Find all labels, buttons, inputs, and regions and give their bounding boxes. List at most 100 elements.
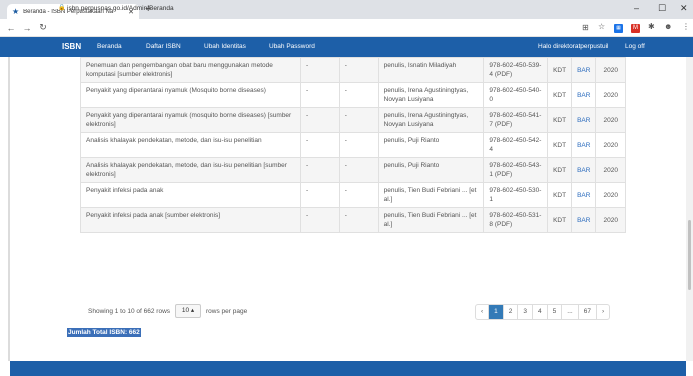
cell-author: penulis, Irena Agustiningtyas, Novyan Lu…	[377, 82, 485, 108]
page-link-67[interactable]: 67	[577, 305, 596, 319]
forward-icon[interactable]: →	[22, 23, 32, 33]
cell-author: penulis, Tien Budi Febriani ... [et al.]	[377, 207, 485, 233]
nav-ubah-password[interactable]: Ubah Password	[269, 43, 315, 50]
reload-icon[interactable]: ↻	[38, 22, 48, 33]
table-row: Penyakit infeksi pada anak - - penulis, …	[80, 182, 626, 208]
page-ellipsis[interactable]: ...	[561, 305, 577, 319]
cell-col2: -	[299, 157, 340, 183]
extension-mail-icon[interactable]: M	[631, 24, 640, 33]
browser-menu-icon[interactable]: ⋮	[682, 22, 690, 31]
cell-col3: -	[338, 132, 379, 158]
extension-calendar-icon[interactable]: ▦	[614, 24, 623, 33]
cell-col3: -	[338, 182, 379, 208]
cell-year: 2020	[595, 57, 626, 83]
cell-title: Penemuan dan pengembangan obat baru meng…	[80, 57, 301, 83]
caret-up-icon: ▴	[190, 307, 195, 314]
cell-year: 2020	[595, 107, 626, 133]
cell-author: penulis, Puji Rianto	[377, 157, 485, 183]
table-row: Penyakit yang diperantarai nyamuk (Mosqu…	[80, 82, 626, 108]
table-row: Penyakit infeksi pada anak [sumber elekt…	[80, 207, 626, 233]
logoff-link[interactable]: Log off	[625, 43, 645, 50]
prev-page-link[interactable]: ‹	[476, 305, 488, 319]
nav-beranda[interactable]: Beranda	[97, 43, 122, 50]
translate-icon[interactable]: ⊞	[582, 23, 589, 32]
cell-year: 2020	[595, 207, 626, 233]
page-size-value: 10	[181, 307, 190, 314]
kdt-link[interactable]: KDT	[547, 82, 573, 108]
table-footer: Showing 1 to 10 of 662 rows 10 ▴ rows pe…	[80, 300, 626, 324]
cell-col2: -	[299, 207, 340, 233]
table-row: Penemuan dan pengembangan obat baru meng…	[80, 57, 626, 83]
back-icon[interactable]: ←	[6, 23, 16, 33]
isbn-table: Penemuan dan pengembangan obat baru meng…	[80, 57, 626, 233]
cell-col3: -	[338, 57, 379, 83]
cell-title: Penyakit infeksi pada anak [sumber elekt…	[80, 207, 301, 233]
cell-col2: -	[299, 82, 340, 108]
cell-year: 2020	[595, 82, 626, 108]
kdt-link[interactable]: KDT	[547, 132, 573, 158]
bar-link[interactable]: BAR	[571, 57, 597, 83]
cell-isbn: 978-602-450-539-4 (PDF)	[483, 57, 549, 83]
table-row: Analisis khalayak pendekatan, metode, da…	[80, 157, 626, 183]
kdt-link[interactable]: KDT	[547, 207, 573, 233]
page-bottom-bar	[10, 361, 686, 376]
cell-author: penulis, Isnatin Miladiyah	[377, 57, 485, 83]
vertical-scrollbar[interactable]	[686, 57, 693, 361]
address-bar[interactable]: isbn.perpusnas.go.id/Admin/Beranda	[67, 5, 174, 12]
next-page-link[interactable]: ›	[595, 305, 609, 319]
kdt-link[interactable]: KDT	[547, 157, 573, 183]
bar-link[interactable]: BAR	[571, 107, 597, 133]
kdt-link[interactable]: KDT	[547, 57, 573, 83]
bar-link[interactable]: BAR	[571, 207, 597, 233]
bar-link[interactable]: BAR	[571, 82, 597, 108]
cell-year: 2020	[595, 132, 626, 158]
scrollbar-thumb[interactable]	[688, 220, 691, 290]
cell-year: 2020	[595, 157, 626, 183]
cell-isbn: 978-602-450-540-0	[483, 82, 549, 108]
page-link-5[interactable]: 5	[546, 305, 562, 319]
cell-col2: -	[299, 57, 340, 83]
bookmark-star-icon[interactable]: ☆	[598, 22, 605, 31]
page-link-2[interactable]: 2	[502, 305, 518, 319]
bar-link[interactable]: BAR	[571, 182, 597, 208]
table-row: Analisis khalayak pendekatan, metode, da…	[80, 132, 626, 158]
nav-daftar-isbn[interactable]: Daftar ISBN	[146, 43, 181, 50]
cell-col3: -	[338, 82, 379, 108]
brand-logo[interactable]: ISBN	[62, 42, 81, 51]
page-left-border	[8, 57, 10, 361]
minimize-icon[interactable]: –	[634, 3, 639, 13]
user-greeting[interactable]: Halo direktoratperpustuil	[538, 43, 608, 50]
cell-col2: -	[299, 182, 340, 208]
cell-title: Analisis khalayak pendekatan, metode, da…	[80, 157, 301, 183]
profile-avatar-icon[interactable]: ☻	[664, 22, 672, 31]
close-window-icon[interactable]: ✕	[680, 3, 688, 14]
kdt-link[interactable]: KDT	[547, 182, 573, 208]
site-navbar: ISBN Beranda Daftar ISBN Ubah Identitas …	[0, 37, 693, 57]
cell-col3: -	[338, 107, 379, 133]
browser-toolbar: ← → ↻	[0, 19, 693, 37]
kdt-link[interactable]: KDT	[547, 107, 573, 133]
cell-author: penulis, Puji Rianto	[377, 132, 485, 158]
page-size-select[interactable]: 10 ▴	[175, 304, 201, 318]
cell-isbn: 978-602-450-530-1	[483, 182, 549, 208]
page-link-1[interactable]: 1	[488, 305, 503, 319]
nav-ubah-identitas[interactable]: Ubah Identitas	[204, 43, 246, 50]
page-link-3[interactable]: 3	[517, 305, 532, 319]
bar-link[interactable]: BAR	[571, 157, 597, 183]
cell-title: Penyakit yang diperantarai nyamuk (Mosqu…	[80, 82, 301, 108]
pagination: ‹ 1 2 3 4 5... 67 ›	[475, 304, 611, 320]
cell-col3: -	[338, 207, 379, 233]
cell-col3: -	[338, 157, 379, 183]
cell-title: Analisis khalayak pendekatan, metode, da…	[80, 132, 301, 158]
bar-link[interactable]: BAR	[571, 132, 597, 158]
maximize-icon[interactable]: ☐	[658, 3, 666, 14]
rows-per-page-label: rows per page	[206, 308, 248, 315]
total-isbn: Jumlah Total ISBN: 662	[67, 328, 141, 337]
cell-year: 2020	[595, 182, 626, 208]
lock-icon[interactable]: 🔒	[58, 4, 65, 11]
cell-isbn: 978-602-450-541-7 (PDF)	[483, 107, 549, 133]
site-favicon-icon: ★	[12, 7, 20, 16]
extensions-puzzle-icon[interactable]: ✱	[648, 22, 655, 31]
page-link-4[interactable]: 4	[532, 305, 547, 319]
showing-rows-text: Showing 1 to 10 of 662 rows	[88, 308, 171, 315]
